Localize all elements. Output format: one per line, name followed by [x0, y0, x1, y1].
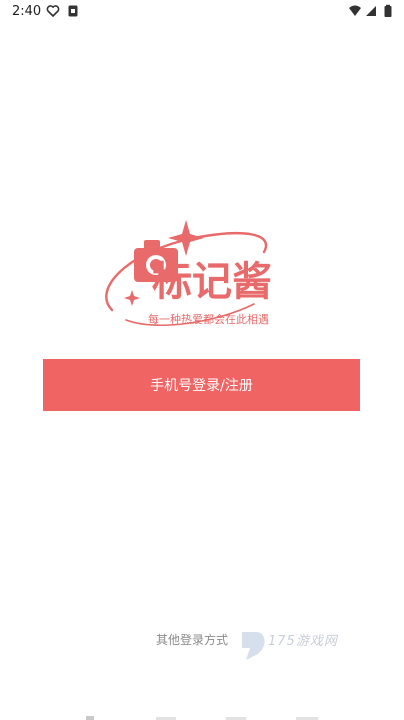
watermark: 175游戏网 [238, 626, 358, 666]
watermark-text: 175游戏网 [268, 634, 338, 649]
logo-slogan: 每一种热爱都会在此相遇 [148, 313, 269, 326]
battery-icon [384, 4, 392, 17]
app-logo: 标记酱 每一种热爱都会在此相遇 [98, 218, 298, 338]
notification-square-icon [68, 5, 78, 17]
navigation-bar-hint [86, 716, 318, 720]
other-login-methods-label[interactable]: 其他登录方式 [156, 634, 228, 646]
wifi-icon [349, 5, 361, 16]
logo-title: 标记酱 [152, 259, 272, 305]
signal-icon [366, 6, 376, 16]
heart-outline-icon [46, 5, 60, 17]
status-time: 2:40 [12, 4, 42, 19]
phone-login-button[interactable]: 手机号登录/注册 [43, 359, 360, 411]
watermark-logo-icon [242, 632, 265, 660]
status-bar: 2:40 [0, 0, 404, 26]
phone-login-button-label: 手机号登录/注册 [150, 378, 253, 394]
